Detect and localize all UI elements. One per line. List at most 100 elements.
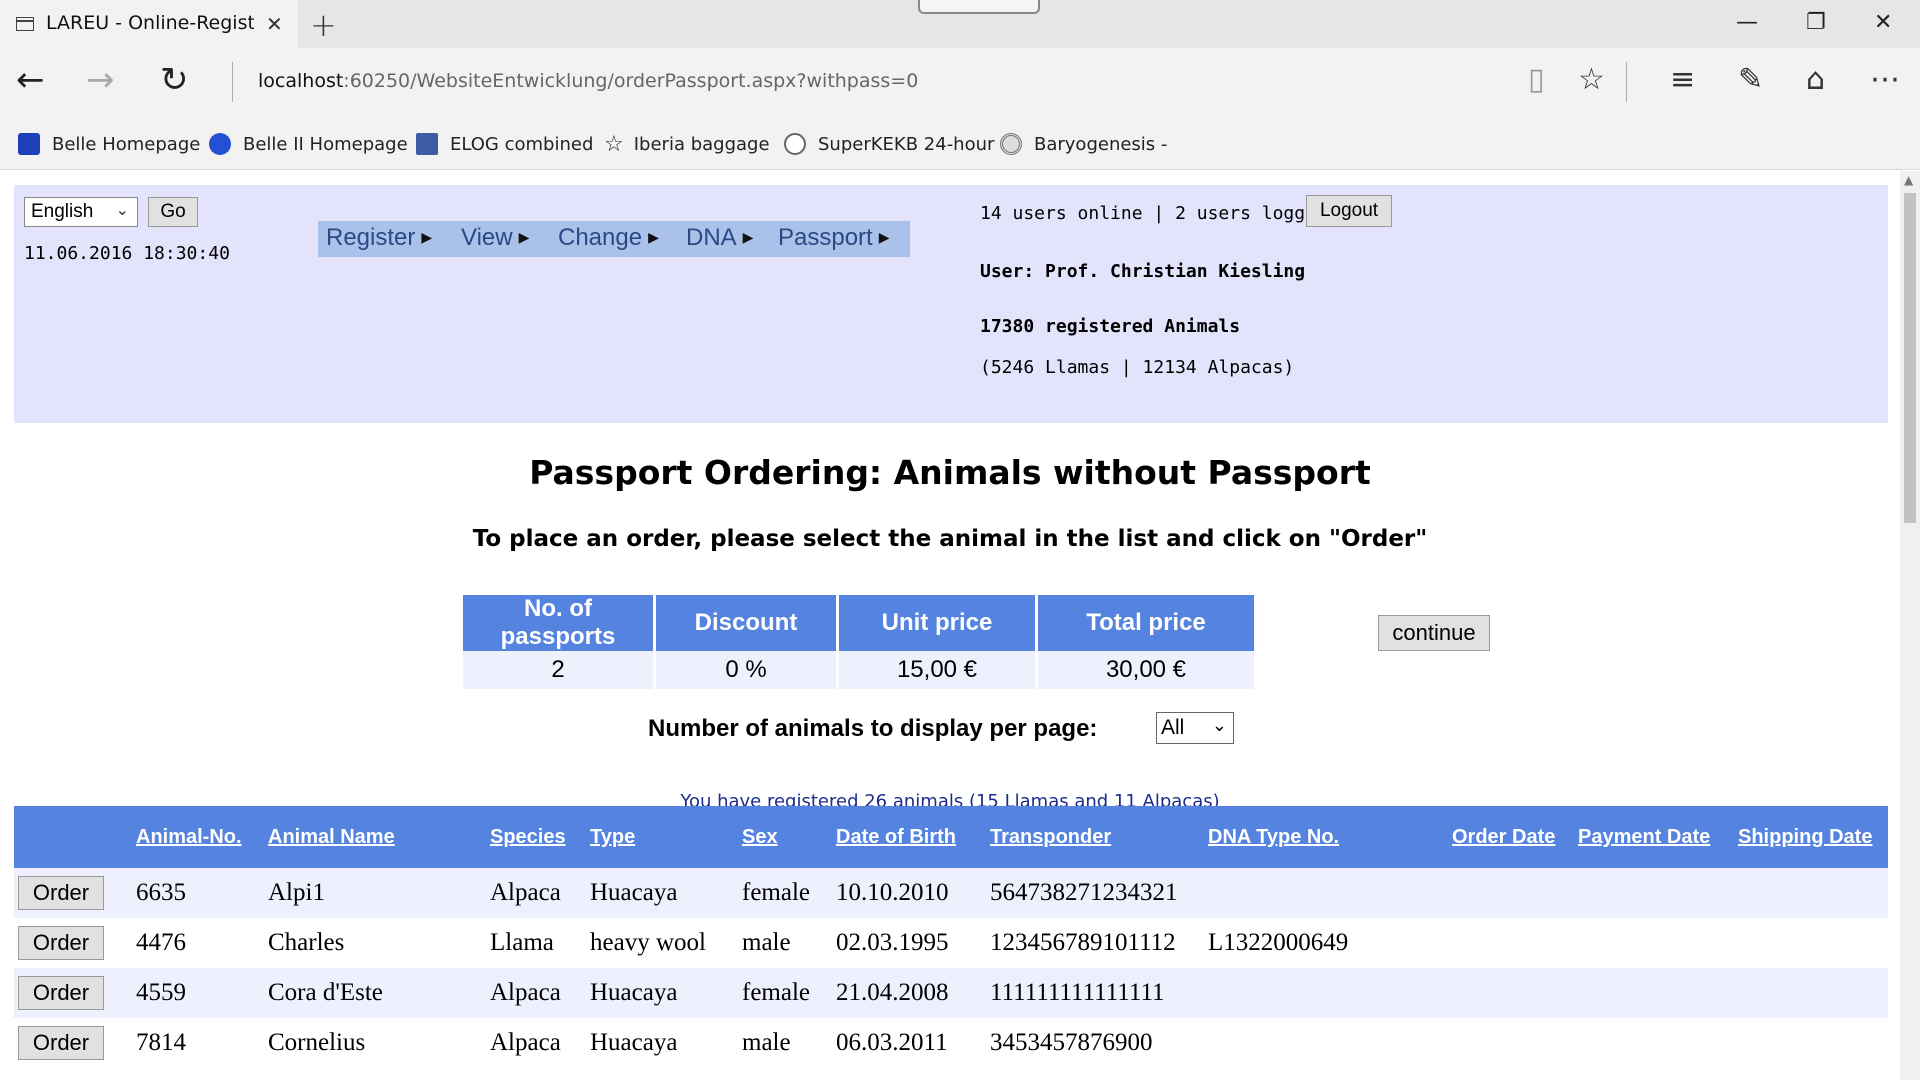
favorites-bar: Belle Homepage Belle II Homepage ELOG co… [0,114,1920,170]
divider [1626,62,1627,102]
reading-view-icon[interactable]: ▯ [1528,62,1545,97]
logout-button[interactable]: Logout [1306,195,1392,227]
favorite-iberia[interactable]: ☆ Iberia baggage [604,131,770,157]
animal-type: Huacaya [590,979,678,1006]
animal-dna [1202,968,1446,1018]
chevron-down-icon: ⌄ [1211,715,1227,735]
url-path: :60250/WebsiteEntwicklung/orderPassport.… [343,70,919,92]
animal-name: Charles [268,929,345,956]
back-icon[interactable]: ← [16,60,45,100]
animal-payment-date [1572,918,1732,968]
restore-icon[interactable]: ❐ [1806,10,1826,35]
favorite-label: Belle Homepage [52,133,201,155]
more-icon[interactable]: ⋯ [1870,62,1900,97]
baryogenesis-icon [1000,133,1022,155]
favorite-elog[interactable]: ELOG combined [416,132,593,156]
site-header: English ⌄ Go 11.06.2016 18:30:40 Registe… [14,185,1888,423]
discount-value: 0 % [656,651,836,689]
tab-preview-handle[interactable] [918,0,1040,14]
scroll-up-icon[interactable]: ▲ [1904,173,1913,187]
animal-dob: 06.03.2011 [836,1029,948,1056]
column-type[interactable]: Type [584,806,736,868]
url-field[interactable]: localhost:60250/WebsiteEntwicklung/order… [258,70,918,92]
refresh-icon[interactable]: ↻ [160,60,189,100]
close-tab-icon[interactable]: ✕ [266,12,283,36]
animal-sex: female [742,979,811,1006]
favorite-belle2[interactable]: Belle II Homepage [209,132,408,156]
continue-button[interactable]: continue [1378,615,1490,651]
favorite-star-icon[interactable]: ☆ [1578,62,1605,97]
animal-dob: 21.04.2008 [836,979,949,1006]
animal-transponder: 111111111111111 [990,979,1165,1006]
language-value: English [31,201,94,222]
chevron-down-icon: ⌄ [115,202,129,219]
order-button[interactable]: Order [18,1026,104,1060]
column-dna-type-no[interactable]: DNA Type No. [1202,806,1446,868]
passports-count: 2 [463,651,653,689]
minimize-icon[interactable]: — [1736,10,1758,35]
vertical-scrollbar[interactable]: ▲ [1900,171,1920,1080]
star-icon: ☆ [604,131,624,157]
perpage-select[interactable]: All ⌄ [1156,712,1234,744]
animal-no: 7814 [136,1029,186,1056]
animal-species: Llama [490,929,554,956]
column-shipping-date[interactable]: Shipping Date [1732,806,1888,868]
animal-order-date [1446,868,1572,918]
animal-shipping-date [1732,968,1888,1018]
column-date-of-birth[interactable]: Date of Birth [830,806,984,868]
animal-transponder: 3453457876900 [990,1029,1153,1056]
favorite-belle[interactable]: Belle Homepage [18,132,200,156]
scrollbar-thumb[interactable] [1904,193,1916,523]
caret-right-icon: ▶ [421,229,433,245]
close-window-icon[interactable]: ✕ [1874,10,1892,35]
column-animal-no[interactable]: Animal-No. [130,806,262,868]
hub-icon[interactable]: ≡ [1670,62,1695,97]
registered-animals: 17380 registered Animals [980,316,1241,337]
column-order-date[interactable]: Order Date [1446,806,1572,868]
divider [232,62,233,102]
menu-change[interactable]: Change ▶ [558,224,659,252]
header-unit-price: Unit price [839,595,1035,651]
column-animal-name[interactable]: Animal Name [262,806,484,868]
language-select[interactable]: English ⌄ [24,197,138,227]
animal-shipping-date [1732,918,1888,968]
price-summary-table: No. of passports Discount Unit price Tot… [460,595,1257,689]
animal-payment-date [1572,968,1732,1018]
order-button[interactable]: Order [18,876,104,910]
new-tab-icon[interactable]: + [310,6,337,44]
column-species[interactable]: Species [484,806,584,868]
page-icon [16,17,34,31]
animal-name: Alpi1 [268,879,325,906]
page-title: Passport Ordering: Animals without Passp… [529,453,1371,492]
share-icon[interactable]: ⌂ [1806,62,1825,97]
menu-view[interactable]: View ▶ [461,224,529,252]
favorite-superkekb[interactable]: SuperKEKB 24-hour [784,132,994,156]
forward-icon[interactable]: → [86,60,115,100]
go-button[interactable]: Go [148,197,198,227]
favorite-baryogenesis[interactable]: Baryogenesis - [1000,132,1167,156]
animal-type: Huacaya [590,1029,678,1056]
current-datetime: 11.06.2016 18:30:40 [24,243,230,264]
animal-species: Alpaca [490,1029,561,1056]
menu-passport[interactable]: Passport ▶ [778,224,890,252]
order-button[interactable]: Order [18,926,104,960]
favorite-label: SuperKEKB 24-hour [818,133,995,155]
menu-dna[interactable]: DNA ▶ [686,224,753,252]
order-button[interactable]: Order [18,976,104,1010]
browser-tab[interactable]: LAREU - Online-Registra ✕ [0,0,298,48]
animal-transponder: 123456789101112 [990,929,1176,956]
animal-no: 4559 [136,979,186,1006]
menu-label: Change [558,224,643,251]
animal-dob: 02.03.1995 [836,929,949,956]
belle2-icon [209,133,231,155]
web-note-icon[interactable]: ✎ [1738,62,1763,97]
belle-icon [18,133,40,155]
unit-price-value: 15,00 € [839,651,1035,689]
column-transponder[interactable]: Transponder [984,806,1202,868]
online-status: 14 users online | 2 users logged in [980,203,1360,224]
caret-right-icon: ▶ [518,229,530,245]
menu-register[interactable]: Register ▶ [326,224,432,252]
animal-dna [1202,1018,1446,1068]
column-sex[interactable]: Sex [736,806,830,868]
column-payment-date[interactable]: Payment Date [1572,806,1732,868]
